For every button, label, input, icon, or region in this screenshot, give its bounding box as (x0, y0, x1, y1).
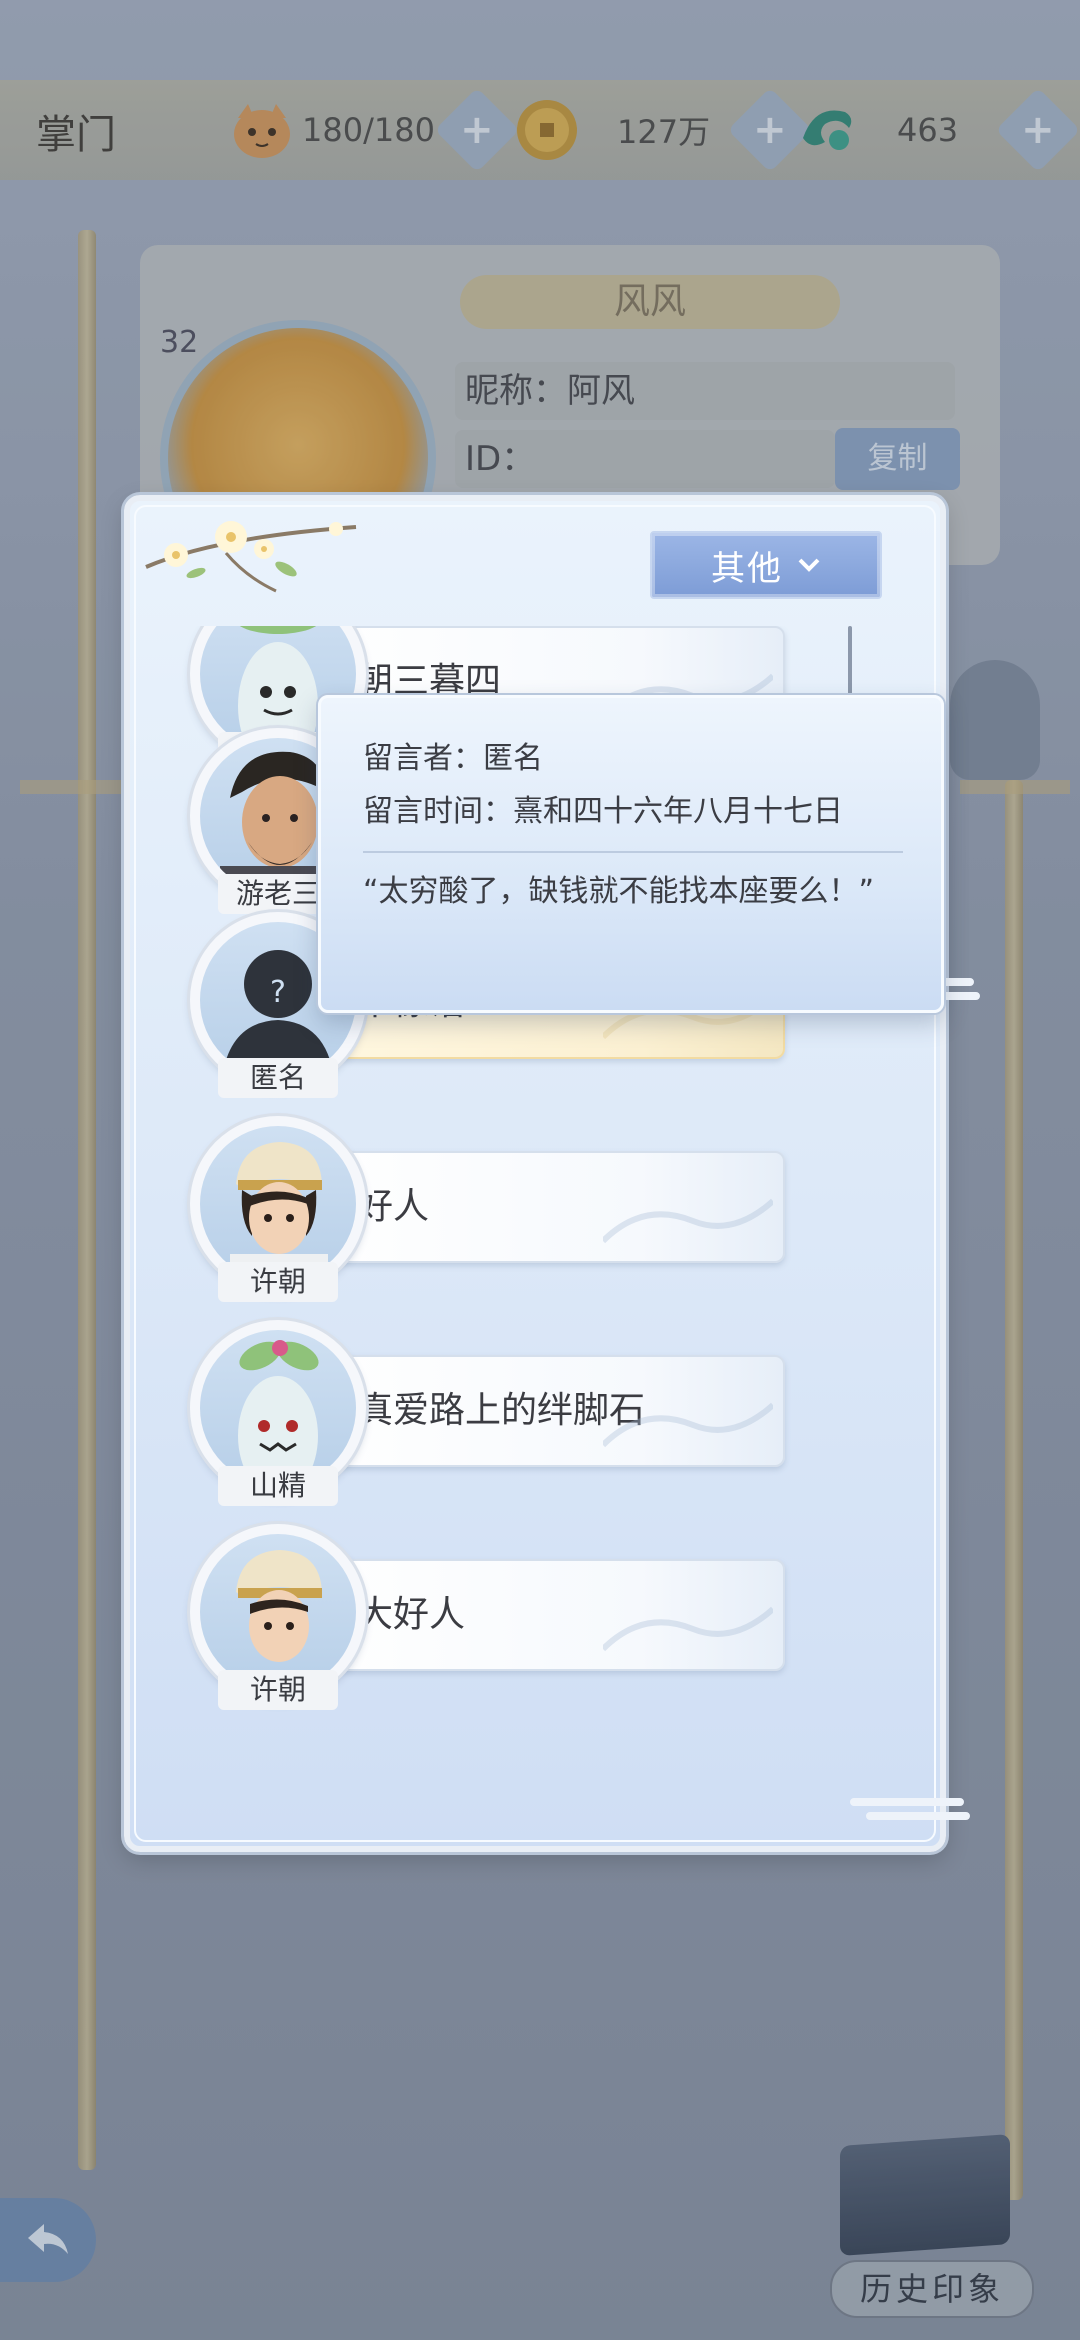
message-text: 大好人 (357, 1594, 466, 1635)
young-man-portrait (200, 1534, 356, 1690)
message-detail-popup: 留言者：匿名 留言时间：熹和四十六年八月十七日 “太穷酸了，缺钱就不能找本座要么… (318, 695, 944, 1013)
blossom-decoration-icon (145, 521, 357, 593)
svg-text:?: ? (270, 975, 286, 1010)
message-content: “太穷酸了，缺钱就不能找本座要么！” (363, 874, 875, 909)
author-name: 许朝 (218, 1262, 338, 1302)
divider (363, 851, 903, 853)
avatar[interactable]: 许朝 (190, 1524, 366, 1710)
list-item[interactable]: 好人 许朝 (130, 1116, 940, 1326)
filter-dropdown[interactable]: 其他 (650, 531, 882, 599)
mountain-spirit-portrait (200, 1330, 356, 1486)
list-item[interactable]: 真爱路上的绊脚石 山精 (130, 1320, 940, 1530)
cloud-ribbon-icon (850, 1798, 970, 1820)
chevron-down-icon (798, 558, 820, 572)
cloud-pattern-icon (603, 1198, 773, 1244)
message-text: 真爱路上的绊脚石 (357, 1390, 646, 1431)
author-line: 留言者：匿名 (363, 741, 543, 776)
author-name: 匿名 (218, 1058, 338, 1098)
young-man-portrait (200, 1126, 356, 1282)
avatar[interactable]: 许朝 (190, 1116, 366, 1302)
message-text: 好人 (357, 1186, 430, 1227)
cloud-pattern-icon (603, 1402, 773, 1448)
time-line: 留言时间：熹和四十六年八月十七日 (363, 794, 843, 829)
filter-dropdown-label: 其他 (711, 548, 783, 589)
message-bubble[interactable]: 好人 (305, 1151, 785, 1263)
list-item[interactable]: 大好人 许朝 (130, 1524, 940, 1734)
author-name: 山精 (218, 1466, 338, 1506)
message-bubble[interactable]: 大好人 (305, 1559, 785, 1671)
message-bubble[interactable]: 真爱路上的绊脚石 (305, 1355, 785, 1467)
cloud-pattern-icon (603, 1606, 773, 1652)
avatar[interactable]: 山精 (190, 1320, 366, 1506)
author-name: 许朝 (218, 1670, 338, 1710)
